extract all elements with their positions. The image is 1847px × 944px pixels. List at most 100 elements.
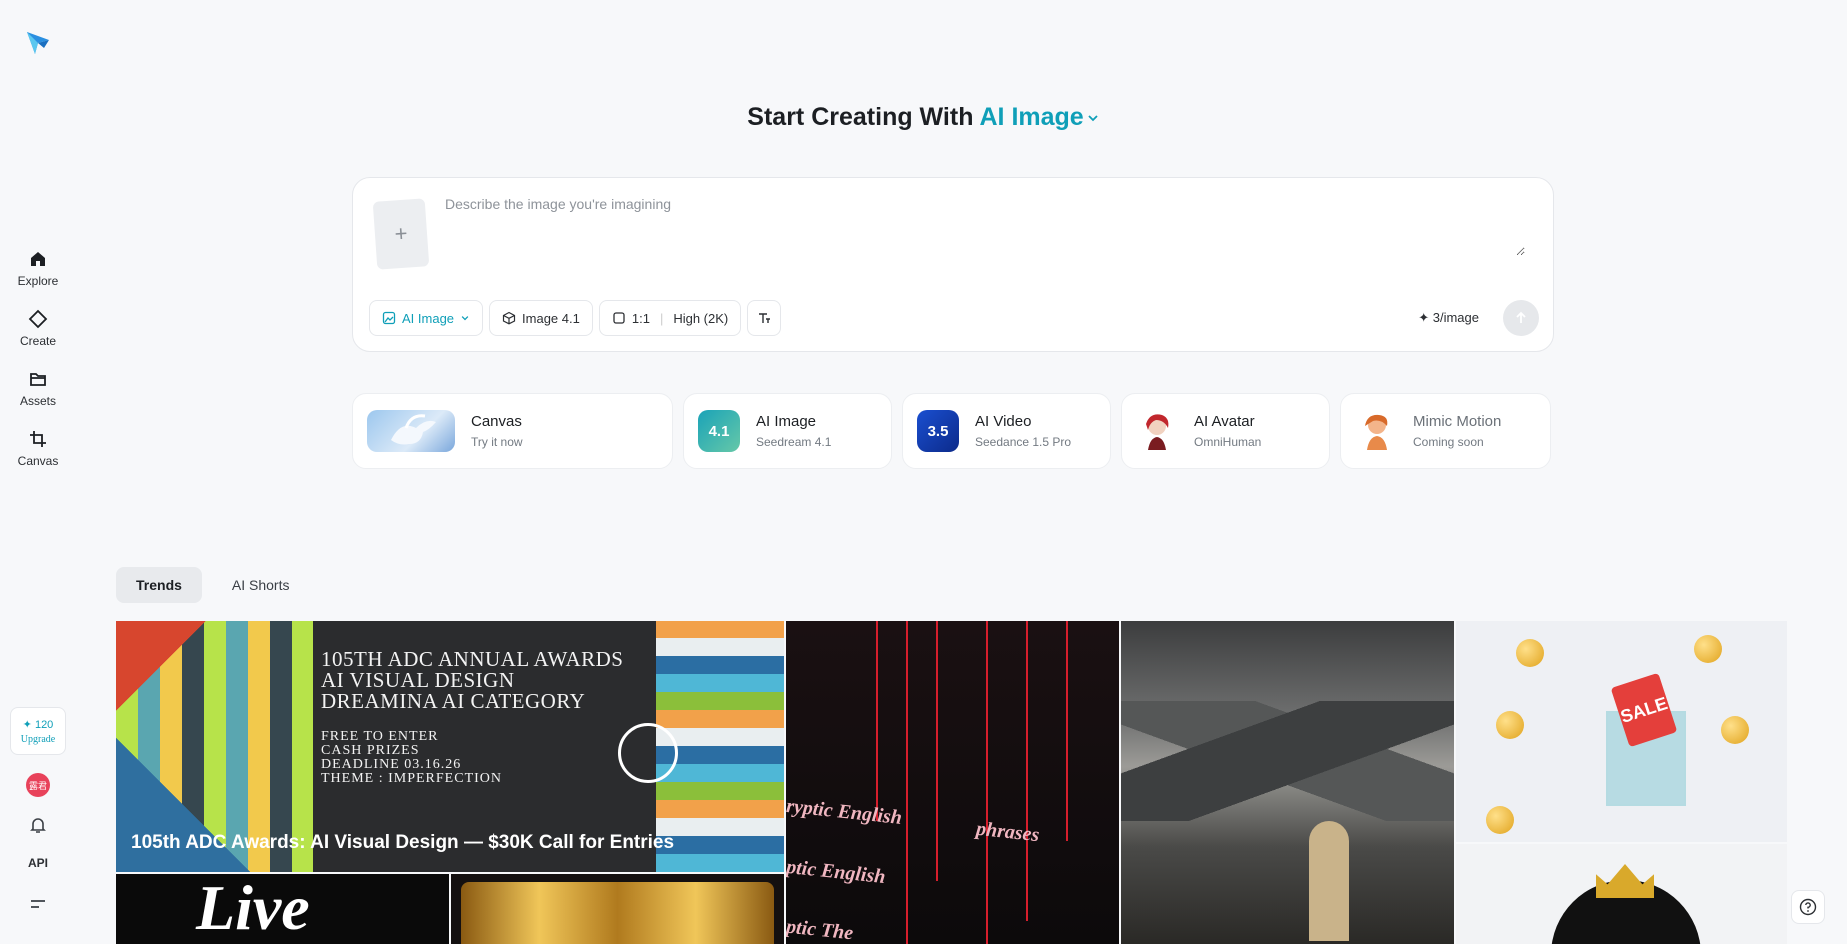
tab-trends[interactable]: Trends — [116, 567, 202, 603]
mimic-thumbnail — [1355, 410, 1397, 452]
pegasus-icon — [391, 414, 436, 445]
add-reference-button[interactable]: + — [372, 198, 430, 270]
adc-logo-icon — [618, 723, 678, 783]
sidebar-item-label: Create — [19, 333, 57, 348]
poster-detail-line: DEADLINE 03.16.26 — [321, 757, 462, 772]
overlay-text: ptic The — [786, 915, 855, 944]
poster-headline-line: 105TH ADC ANNUAL AWARDS — [321, 647, 624, 671]
arrow-up-icon — [1516, 311, 1526, 323]
crown-icon — [1596, 864, 1654, 898]
model-chip-label: Image 4.1 — [522, 310, 580, 326]
generate-button[interactable] — [1503, 300, 1539, 336]
tab-ai-shorts[interactable]: AI Shorts — [212, 567, 310, 603]
avatar-figure-icon — [1146, 414, 1169, 450]
coin-shape — [1496, 711, 1524, 739]
red-string — [906, 621, 908, 944]
card-title: Mimic Motion — [1413, 413, 1502, 430]
card-subtitle: Try it now — [471, 435, 523, 449]
gallery-item-adc-awards[interactable]: 105TH ADC ANNUAL AWARDS AI VISUAL DESIGN… — [116, 621, 784, 872]
api-link[interactable]: API — [0, 856, 76, 870]
mode-selector-label: AI Image — [979, 103, 1084, 131]
credits-upgrade-button[interactable]: ✦ 120 Upgrade — [10, 707, 66, 755]
featured-caption: 105th ADC Awards: AI Visual Design — $30… — [131, 832, 675, 853]
card-ai-video[interactable]: 3.5 AI Video Seedance 1.5 Pro — [902, 393, 1111, 469]
card-title: AI Avatar — [1194, 413, 1255, 430]
sidebar-item-create[interactable]: Create — [0, 298, 76, 358]
gallery-item-sale-gift[interactable]: SALE — [1456, 621, 1787, 842]
bell-icon[interactable] — [28, 815, 48, 835]
gallery-item-gold-frame[interactable] — [451, 874, 784, 944]
ratio-quality-chip[interactable]: 1:1 | High (2K) — [598, 300, 742, 336]
card-ai-avatar[interactable]: AI Avatar OmniHuman — [1121, 393, 1330, 469]
mode-chip[interactable]: AI Image — [369, 300, 484, 336]
seedance-badge: 3.5 — [917, 410, 959, 452]
gallery-item-knights[interactable] — [1121, 621, 1454, 944]
avatar[interactable]: 露君 — [26, 773, 50, 797]
sidebar-item-assets[interactable]: Assets — [0, 358, 76, 418]
overlay-text: ptic English — [786, 855, 887, 889]
card-title: AI Video — [975, 413, 1032, 430]
card-title: Canvas — [471, 413, 522, 430]
red-string — [1026, 621, 1028, 921]
page-title: Start Creating With AI Image — [0, 103, 1847, 132]
credits-amount: ✦ 120 — [22, 718, 54, 731]
avatar-thumbnail — [1136, 410, 1178, 452]
card-title: AI Image — [756, 413, 817, 430]
card-canvas[interactable]: Canvas Try it now — [352, 393, 673, 469]
card-subtitle: OmniHuman — [1194, 435, 1262, 449]
seedream-badge: 4.1 — [698, 410, 740, 452]
coin-shape — [1694, 635, 1722, 663]
trends-gallery: 105TH ADC ANNUAL AWARDS AI VISUAL DESIGN… — [116, 621, 1787, 944]
coin-shape — [1516, 639, 1544, 667]
sidebar-item-explore[interactable]: Explore — [0, 238, 76, 298]
poster-headline-line: DREAMINA AI CATEGORY — [321, 689, 586, 713]
gallery-item-red-strings[interactable]: ryptic English phrases ptic English ptic… — [786, 621, 1119, 944]
card-subtitle: Seedance 1.5 Pro — [975, 435, 1072, 449]
overlay-text: ryptic English — [786, 794, 904, 830]
poster-detail-line: THEME : IMPERFECTION — [321, 771, 502, 786]
poster-headline-line: AI VISUAL DESIGN — [321, 668, 515, 692]
help-button[interactable] — [1791, 890, 1825, 924]
divider: | — [659, 310, 664, 326]
help-icon — [1799, 898, 1817, 916]
card-ai-image[interactable]: 4.1 AI Image Seedream 4.1 — [683, 393, 892, 469]
sidebar-item-label: Assets — [19, 393, 56, 408]
figure-shape — [1309, 821, 1349, 941]
card-mimic-motion[interactable]: Mimic Motion Coming soon — [1340, 393, 1551, 469]
award-poster-text: 105TH ADC ANNUAL AWARDS AI VISUAL DESIGN… — [321, 649, 623, 786]
text-style-button[interactable] — [747, 300, 782, 336]
text-icon — [759, 313, 771, 323]
image-icon — [382, 311, 396, 325]
pegasus-thumbnail — [367, 410, 455, 452]
red-string — [1066, 621, 1068, 841]
gallery-item-live[interactable]: Live — [116, 874, 449, 944]
mountain-shape — [1121, 701, 1454, 821]
sidebar-nav: Explore Create Assets Canvas — [0, 238, 76, 478]
gallery-item-crown[interactable] — [1456, 844, 1787, 944]
coin-shape — [1721, 716, 1749, 744]
poster-detail-line: CASH PRIZES — [321, 743, 420, 758]
overlay-text: phrases — [975, 817, 1041, 847]
diamond-icon — [28, 309, 48, 328]
chevron-down-icon — [1088, 115, 1098, 122]
prompt-box: + AI Image Image 4.1 1:1 | High (2K) ✦ 3… — [352, 177, 1554, 352]
model-chip[interactable]: Image 4.1 — [489, 300, 593, 336]
poster-detail-line: FREE TO ENTER — [321, 729, 439, 744]
folder-icon — [30, 372, 46, 386]
sidebar-item-canvas[interactable]: Canvas — [0, 418, 76, 478]
dreamina-logo-icon[interactable] — [24, 28, 52, 56]
menu-icon[interactable] — [29, 896, 47, 914]
cost-label: ✦ 3/image — [1418, 310, 1479, 325]
prompt-toolbar: AI Image Image 4.1 1:1 | High (2K) — [369, 300, 782, 336]
sidebar-item-label: Canvas — [17, 453, 59, 468]
red-string — [986, 621, 988, 944]
feature-cards: Canvas Try it now 4.1 AI Image Seedream … — [352, 393, 1551, 469]
prompt-input[interactable] — [445, 196, 1525, 256]
red-string — [936, 621, 938, 881]
mode-selector[interactable]: AI Image — [980, 103, 1100, 131]
ratio-label: 1:1 — [631, 310, 650, 326]
card-subtitle: Coming soon — [1413, 435, 1484, 449]
sidebar-item-label: Explore — [17, 273, 59, 288]
page-title-prefix: Start Creating With — [747, 103, 974, 131]
feed-tabs: Trends AI Shorts — [116, 567, 310, 603]
